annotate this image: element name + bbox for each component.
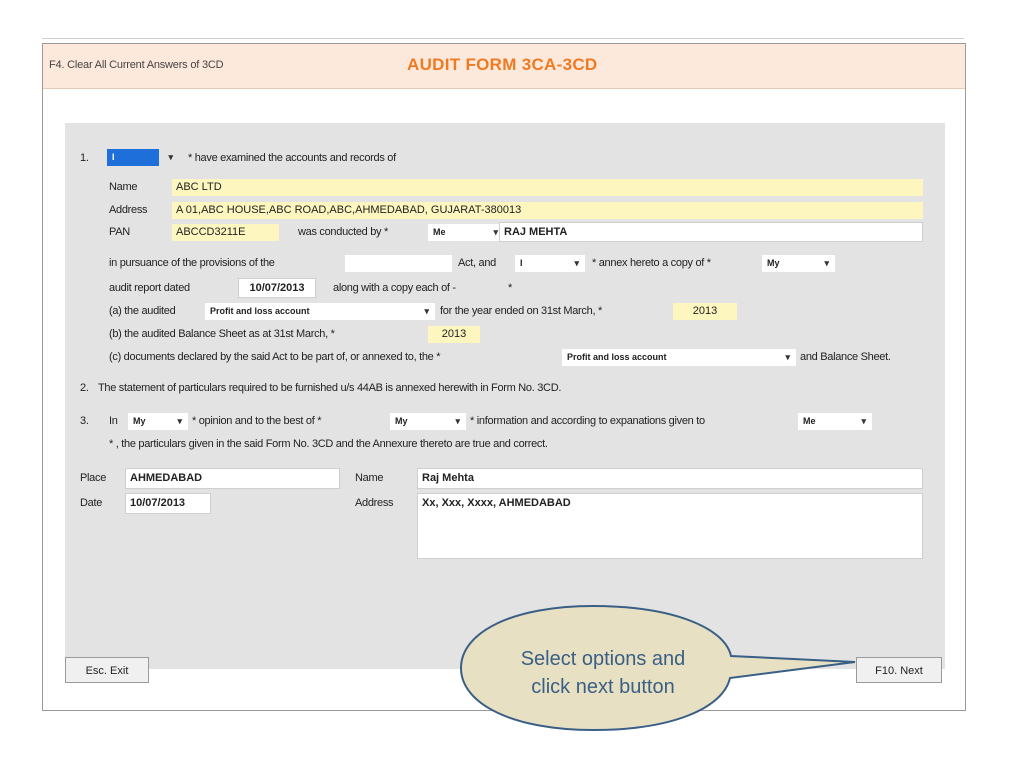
examined-text: * have examined the accounts and records… <box>188 152 396 164</box>
auditor-name-field[interactable]: RAJ MEHTA <box>499 222 923 242</box>
address-field[interactable]: A 01,ABC HOUSE,ABC ROAD,ABC,AHMEDABAD, G… <box>172 202 923 219</box>
signatory-name-field[interactable]: Raj Mehta <box>417 468 923 489</box>
in-text: In <box>109 415 118 427</box>
section-2-number: 2. <box>80 382 89 394</box>
callout-line-2: click next button <box>531 676 675 698</box>
place-field[interactable]: AHMEDABAD <box>125 468 340 489</box>
conducted-by-text: was conducted by * <box>298 226 388 238</box>
form-header: F4. Clear All Current Answers of 3CD AUD… <box>43 44 965 89</box>
signatory-name-label: Name <box>355 472 384 484</box>
balance-sheet-b-text: (b) the audited Balance Sheet as at 31st… <box>109 328 335 340</box>
documents-c-text: (c) documents declared by the said Act t… <box>109 351 441 363</box>
information-select[interactable]: My ▾ <box>390 413 466 430</box>
year-ended-text: for the year ended on 31st March, * <box>440 305 602 317</box>
conducted-by-select[interactable]: Me ▾ <box>428 224 504 241</box>
particulars-text: * , the particulars given in the said Fo… <box>109 438 548 450</box>
documents-select[interactable]: Profit and loss account ▾ <box>562 349 796 366</box>
chevron-down-icon: ▾ <box>455 416 460 426</box>
opinion-text: * opinion and to the best of * <box>192 415 322 427</box>
audited-account-select-value: Profit and loss account <box>210 306 310 316</box>
examiner-select-value: I <box>112 152 115 162</box>
name-field[interactable]: ABC LTD <box>172 179 923 196</box>
examiner-select[interactable]: I ▾ <box>107 149 173 166</box>
chevron-down-icon: ▾ <box>574 258 579 268</box>
chevron-down-icon: ▾ <box>861 416 866 426</box>
exit-button[interactable]: Esc. Exit <box>65 657 149 683</box>
pursuance-text: in pursuance of the provisions of the <box>109 257 275 269</box>
form-panel: 1. I ▾ * have examined the accounts and … <box>65 123 945 669</box>
section-1-number: 1. <box>80 152 89 164</box>
annex-text: * annex hereto a copy of * <box>592 257 711 269</box>
balance-sheet-year-field[interactable]: 2013 <box>428 326 480 343</box>
signatory-address-field[interactable]: Xx, Xxx, Xxxx, AHMEDABAD <box>417 493 923 559</box>
copy-select-value: My <box>767 258 780 268</box>
callout-line-1: Select options and <box>520 648 686 670</box>
audited-a-text: (a) the audited <box>109 305 176 317</box>
opinion-select[interactable]: My ▾ <box>128 413 188 430</box>
report-dated-text: audit report dated <box>109 282 190 294</box>
balance-sheet-end-text: and Balance Sheet. <box>800 351 891 363</box>
information-select-value: My <box>395 416 408 426</box>
copy-each-text: along with a copy each of - <box>333 282 456 294</box>
explanations-given-select-value: Me <box>803 416 816 426</box>
information-text: * information and according to expanatio… <box>470 415 705 427</box>
date-field[interactable]: 10/07/2013 <box>125 493 211 514</box>
chevron-down-icon: ▾ <box>168 152 173 162</box>
pan-field[interactable]: ABCCD3211E <box>172 224 279 241</box>
next-button[interactable]: F10. Next <box>856 657 942 683</box>
chevron-down-icon: ▾ <box>493 227 498 237</box>
section-3-number: 3. <box>80 415 89 427</box>
chevron-down-icon: ▾ <box>785 352 790 362</box>
date-label: Date <box>80 497 103 509</box>
section-2-text: The statement of particulars required to… <box>98 382 562 394</box>
explanations-given-select[interactable]: Me ▾ <box>798 413 872 430</box>
address-label: Address <box>109 204 148 216</box>
pan-label: PAN <box>109 226 130 238</box>
page-title: AUDIT FORM 3CA-3CD <box>407 55 598 74</box>
chevron-down-icon: ▾ <box>824 258 829 268</box>
callout-text: Select options and click next button <box>483 645 723 701</box>
report-date-field[interactable]: 10/07/2013 <box>238 278 316 298</box>
copy-select[interactable]: My ▾ <box>762 255 835 272</box>
chevron-down-icon: ▾ <box>424 306 429 316</box>
conducted-by-select-value: Me <box>433 227 446 237</box>
audited-account-select[interactable]: Profit and loss account ▾ <box>205 303 435 320</box>
act-and-text: Act, and <box>458 257 496 269</box>
required-star: * <box>508 282 512 294</box>
opinion-select-value: My <box>133 416 146 426</box>
chevron-down-icon: ▾ <box>177 416 182 426</box>
signatory-address-label: Address <box>355 497 394 509</box>
name-label: Name <box>109 181 138 193</box>
clear-answers-link[interactable]: F4. Clear All Current Answers of 3CD <box>49 59 224 71</box>
place-label: Place <box>80 472 107 484</box>
documents-select-value: Profit and loss account <box>567 352 667 362</box>
annex-select[interactable]: I ▾ <box>515 255 585 272</box>
annex-select-value: I <box>520 258 523 268</box>
year-field[interactable]: 2013 <box>673 303 737 320</box>
act-field[interactable] <box>345 255 452 272</box>
